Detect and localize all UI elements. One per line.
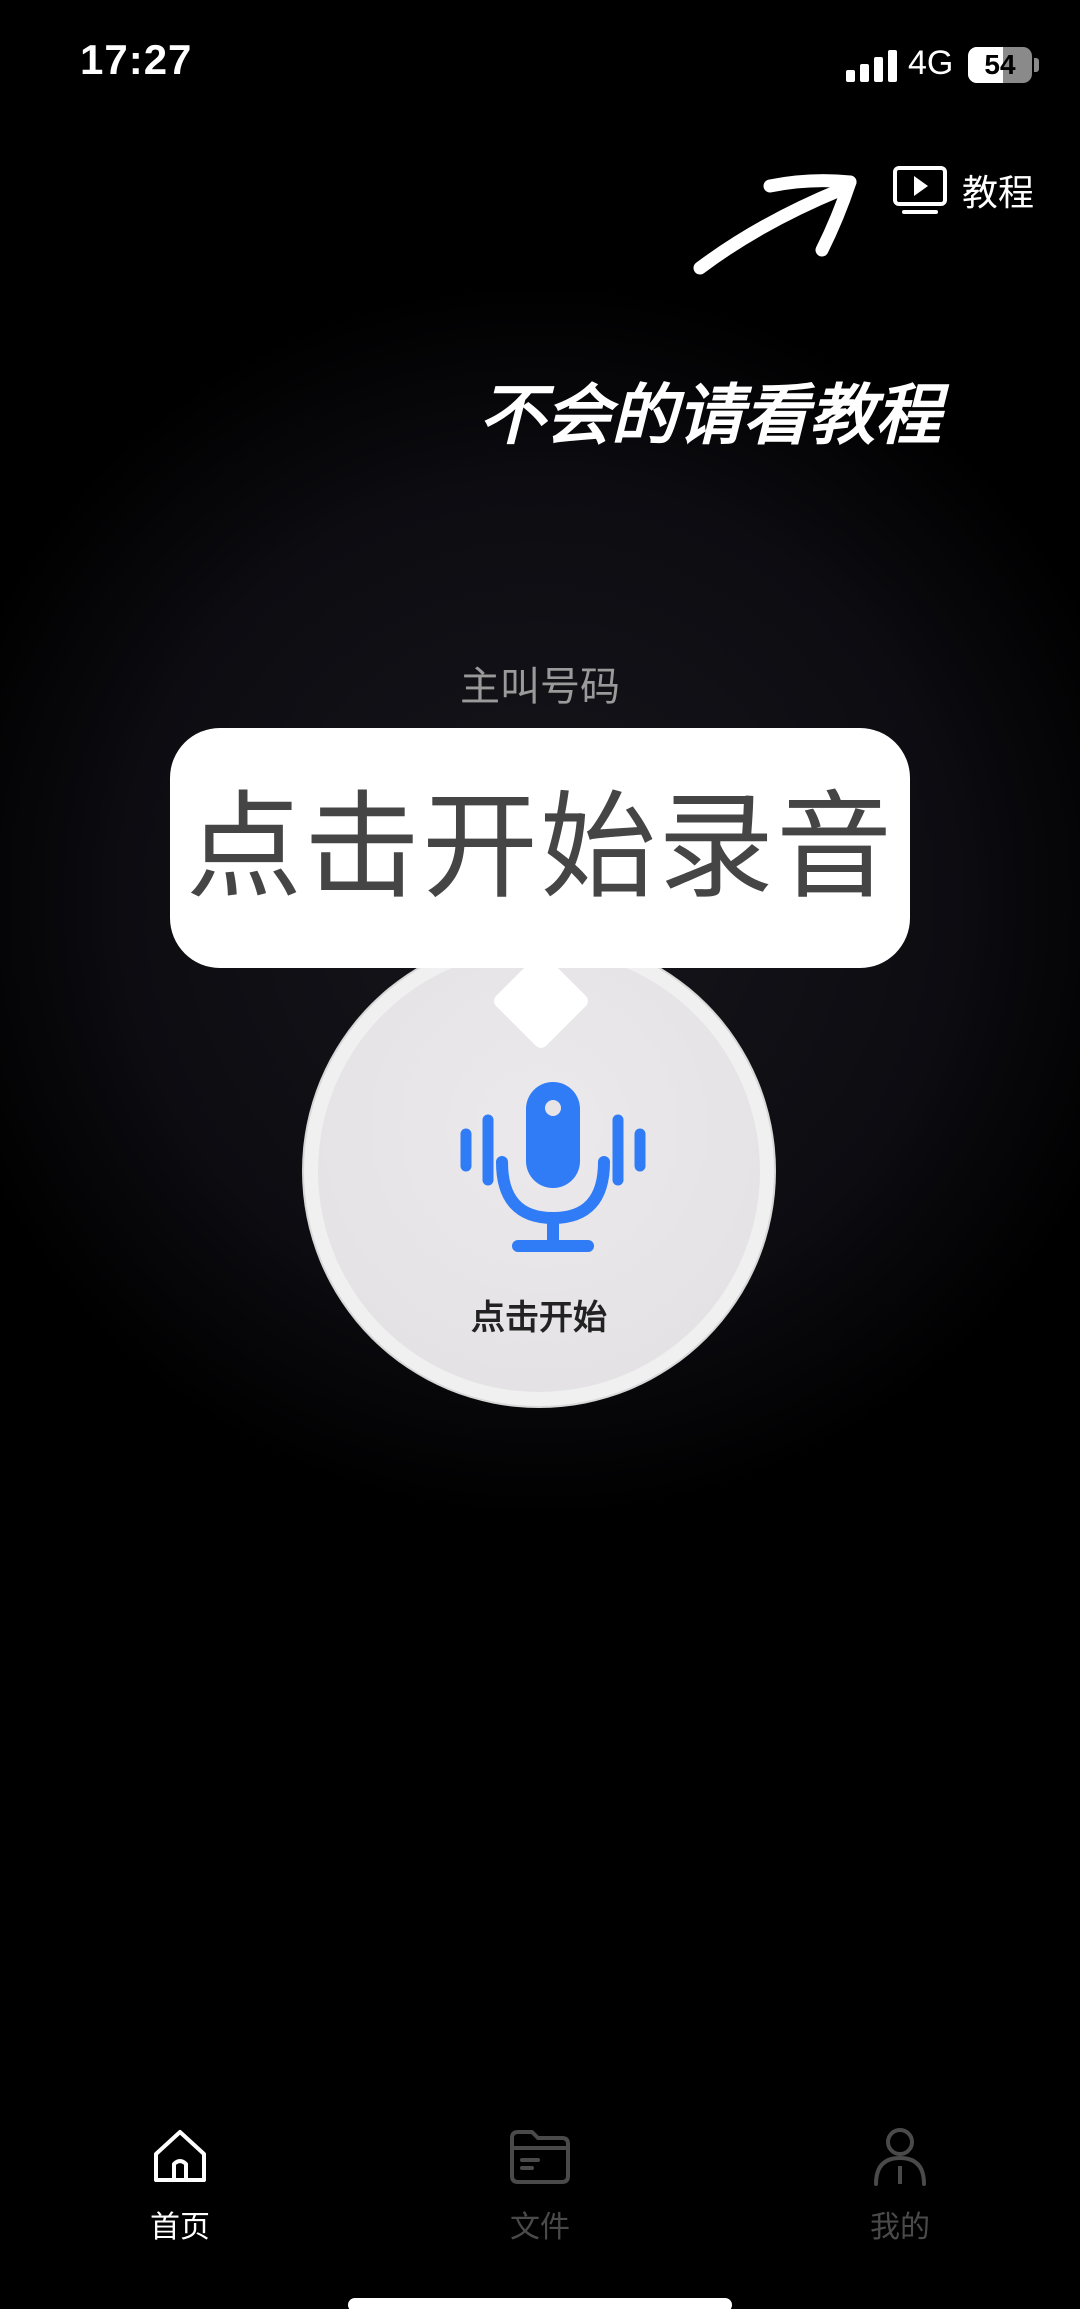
battery-tip: [1034, 58, 1039, 72]
tab-bar: 首页 文件 我的: [0, 2100, 1080, 2260]
person-icon: [874, 2128, 926, 2186]
status-time: 17:27: [80, 36, 193, 83]
battery-label: 54: [984, 49, 1016, 80]
tutorial-label: 教程: [962, 173, 1035, 214]
tutorial-button[interactable]: 教程: [892, 160, 1034, 220]
folder-icon: [510, 2130, 570, 2184]
record-tooltip: 点击开始录音: [170, 728, 910, 968]
tab-home-label: 首页: [150, 2210, 210, 2245]
tooltip-text: 点击开始录音: [186, 780, 894, 915]
signal-icon: [846, 50, 897, 82]
tab-home[interactable]: 首页: [60, 2124, 300, 2264]
status-bar: 17:27 4G 54: [0, 0, 1080, 130]
tab-mine-label: 我的: [870, 2210, 930, 2245]
battery-icon: 54: [968, 47, 1032, 83]
microphone-icon: [460, 1082, 646, 1252]
tab-files[interactable]: 文件: [420, 2124, 660, 2264]
arrow-icon: [693, 174, 857, 275]
network-label: 4G: [908, 44, 954, 82]
home-icon: [154, 2130, 206, 2182]
tutorial-hint-text: 不会的请看教程: [479, 377, 941, 454]
record-button-label: 点击开始: [471, 1298, 607, 1338]
tab-files-label: 文件: [510, 2210, 570, 2245]
home-indicator[interactable]: [348, 2298, 732, 2309]
play-screen-icon: [893, 166, 947, 214]
caller-number-label: 主叫号码: [460, 664, 620, 710]
tab-mine[interactable]: 我的: [780, 2124, 1020, 2264]
